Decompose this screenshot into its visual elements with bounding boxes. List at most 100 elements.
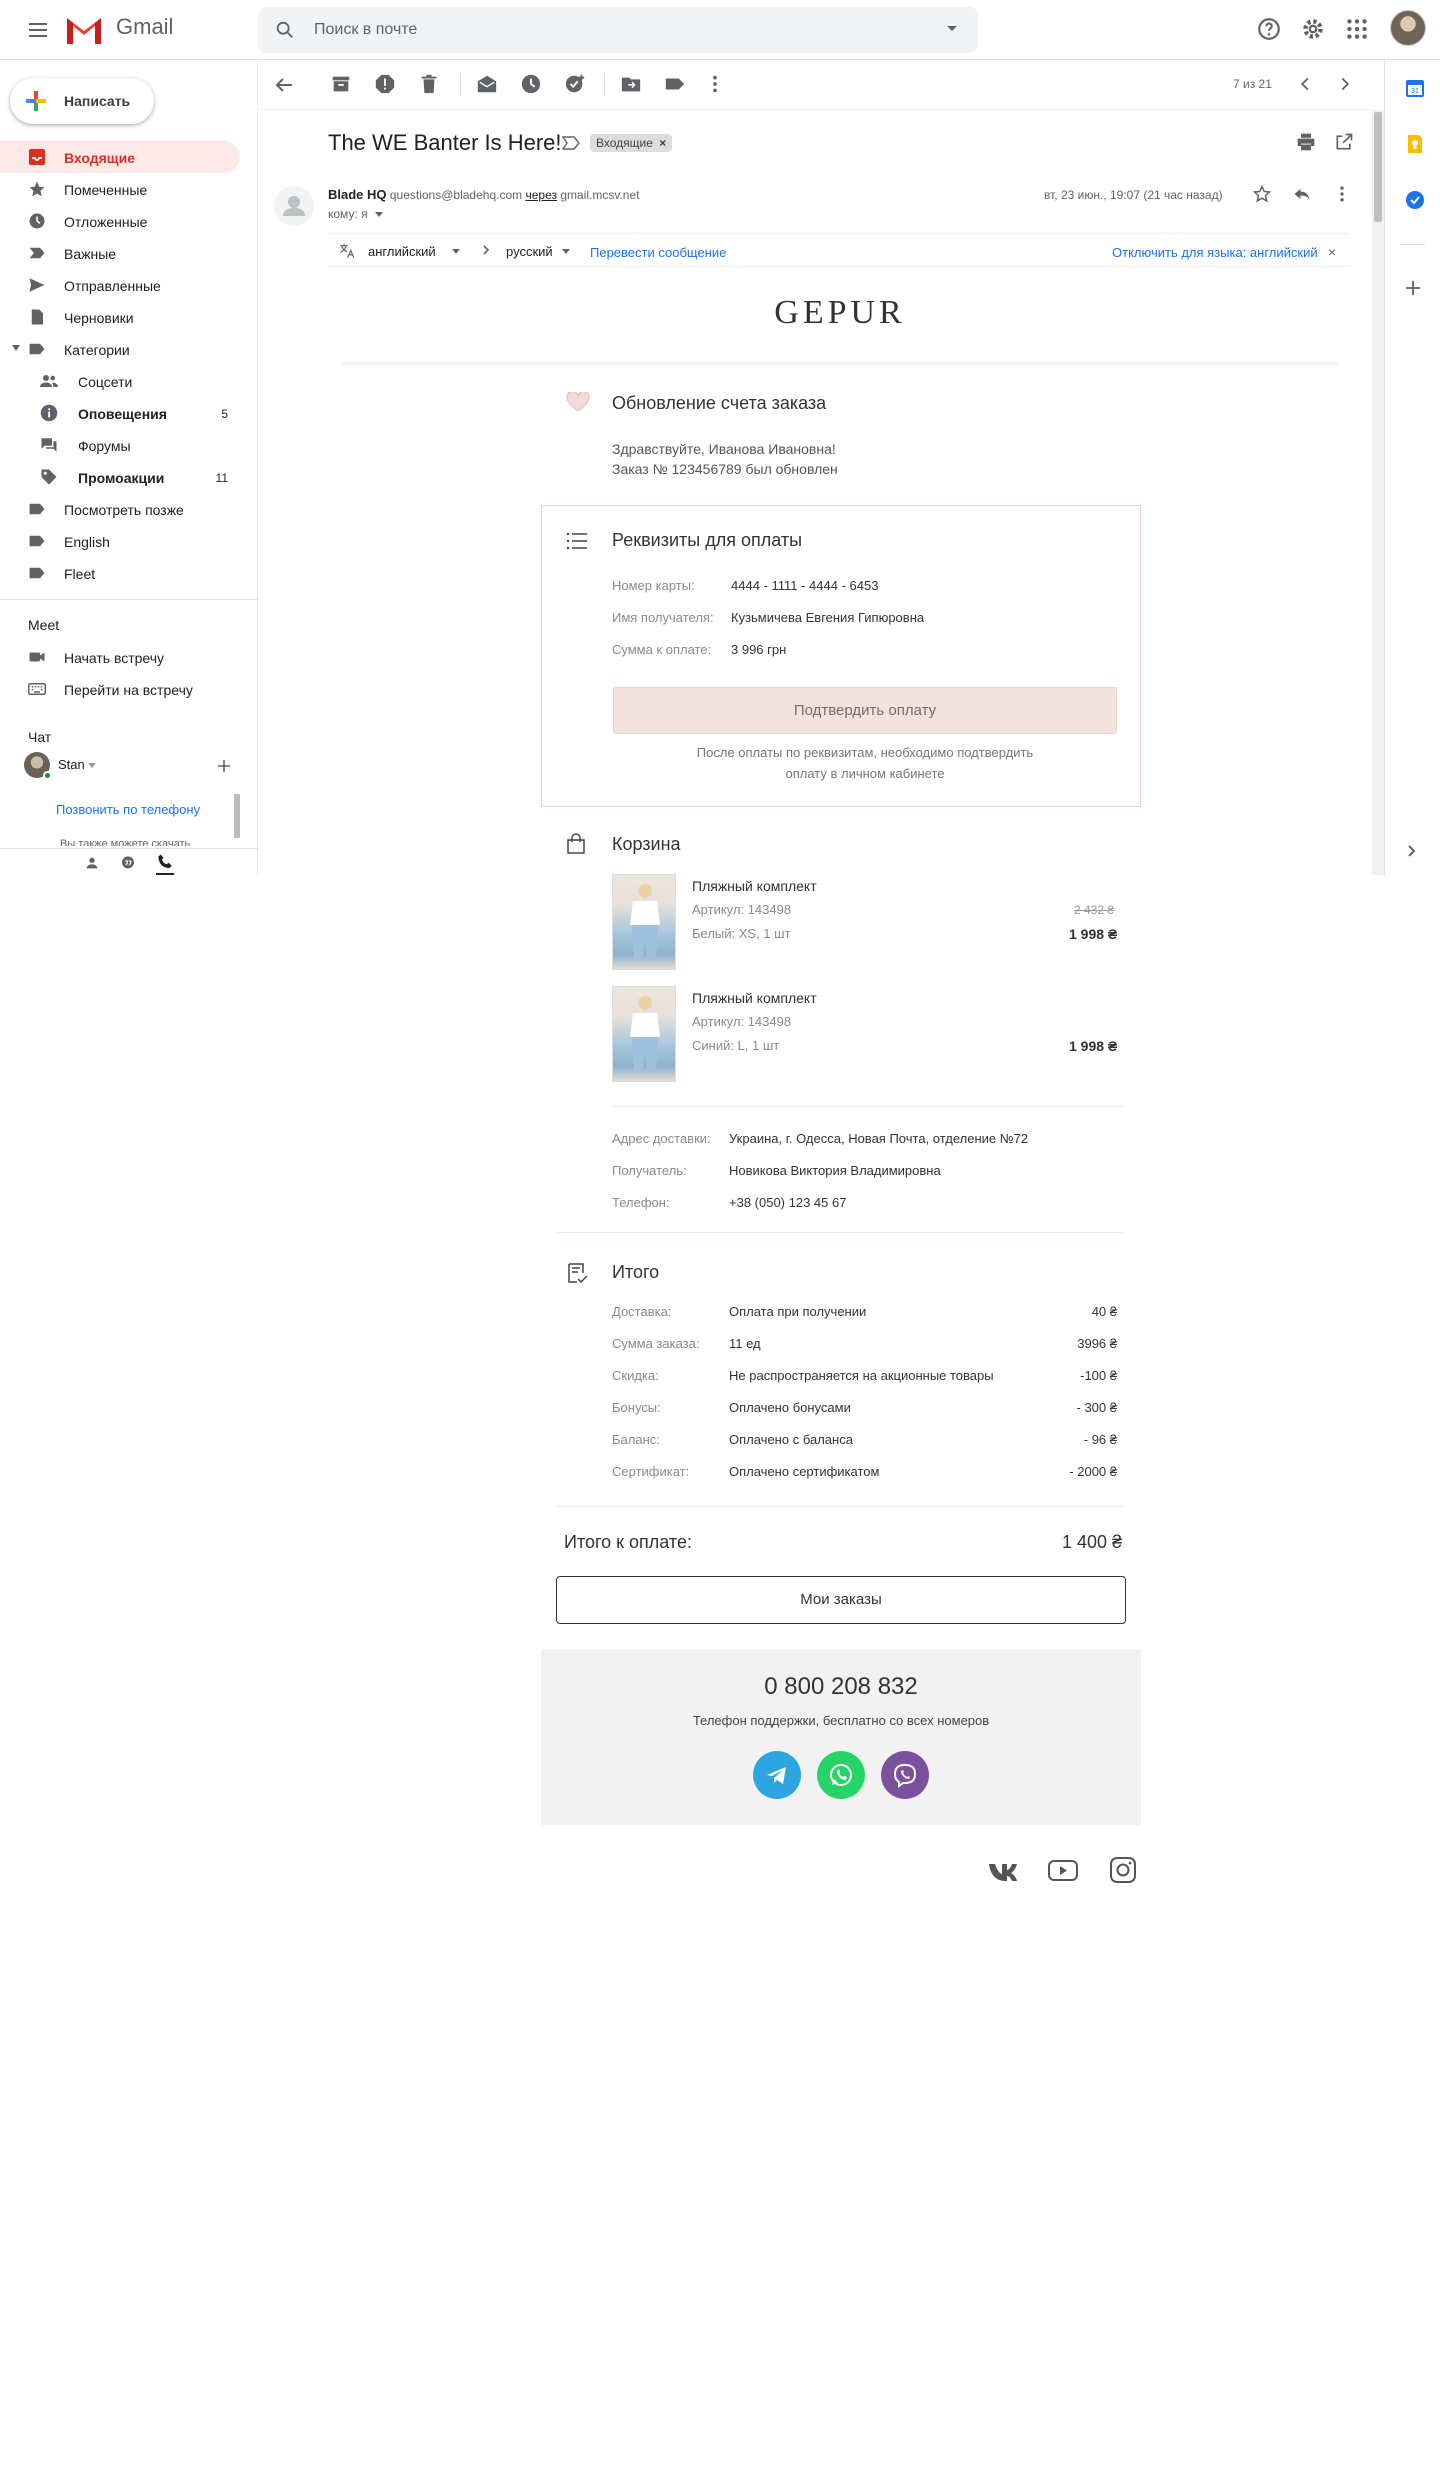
- viber-icon[interactable]: [881, 1751, 929, 1799]
- sidebar-item-fleet[interactable]: Fleet: [0, 557, 240, 589]
- star-message-icon[interactable]: [1252, 184, 1272, 204]
- hangouts-icon[interactable]: [120, 855, 136, 871]
- move-to-folder-icon[interactable]: [620, 73, 644, 97]
- search-options-icon[interactable]: [946, 25, 958, 33]
- account-avatar[interactable]: [1390, 10, 1426, 46]
- new-chat-plus-icon[interactable]: [216, 758, 232, 774]
- label-tag-icon[interactable]: [664, 73, 688, 97]
- heart-icon: [566, 392, 590, 412]
- sidebar-item-snoozed[interactable]: Отложенные: [0, 205, 240, 237]
- instagram-icon[interactable]: [1108, 1855, 1138, 1885]
- total-value: 1 400 ₴: [1061, 1532, 1122, 1552]
- chat-status-caret-icon[interactable]: [88, 763, 96, 768]
- search-icon[interactable]: [274, 19, 296, 41]
- back-arrow-icon[interactable]: [272, 73, 296, 97]
- toolbar-separator: [604, 74, 605, 96]
- open-in-new-window-icon[interactable]: [1334, 132, 1354, 152]
- phone-icon[interactable]: [156, 853, 174, 875]
- sidebar-scrollbar[interactable]: [234, 794, 240, 838]
- newer-chevron-left-icon[interactable]: [1294, 73, 1318, 97]
- keep-notes-icon[interactable]: [1405, 134, 1425, 154]
- toolbar-separator: [460, 74, 461, 96]
- sidebar-item-categories[interactable]: Категории: [0, 333, 240, 365]
- target-language-caret-icon[interactable]: [562, 249, 570, 254]
- expand-panel-chevron-icon[interactable]: [1407, 844, 1417, 858]
- telegram-icon[interactable]: [753, 1751, 801, 1799]
- sidebar-item-social[interactable]: Соцсети: [0, 365, 240, 397]
- sidebar-item-updates[interactable]: Оповещения 5: [0, 397, 240, 429]
- sidebar-item-forums[interactable]: Форумы: [0, 429, 240, 461]
- sidebar-item-important[interactable]: Важные: [0, 237, 240, 269]
- delete-trash-icon[interactable]: [418, 73, 442, 97]
- expand-caret-icon[interactable]: [12, 345, 20, 351]
- disable-translation-link[interactable]: Отключить для языка: английский: [1112, 245, 1318, 260]
- recipient-caret-icon[interactable]: [374, 212, 383, 218]
- inbox-label-chip[interactable]: Входящие ×: [590, 134, 673, 152]
- importance-marker-icon[interactable]: [562, 136, 580, 150]
- product-price: 1 998 ₴: [1069, 1038, 1118, 1054]
- vk-icon[interactable]: [987, 1855, 1017, 1885]
- sidebar-item-label: Входящие: [64, 150, 135, 166]
- meet-start-meeting[interactable]: Начать встречу: [0, 641, 240, 673]
- confirm-payment-button[interactable]: Подтвердить оплату: [613, 687, 1117, 734]
- close-translate-icon[interactable]: ×: [1328, 244, 1336, 260]
- tasks-icon[interactable]: [1405, 190, 1425, 210]
- apps-grid-icon[interactable]: [1344, 16, 1372, 44]
- snooze-clock-icon[interactable]: [520, 73, 544, 97]
- sidebar-item-promotions[interactable]: Промоакции 11: [0, 461, 240, 493]
- product-image[interactable]: [612, 986, 676, 1082]
- print-icon[interactable]: [1296, 132, 1316, 152]
- older-chevron-right-icon[interactable]: [1334, 73, 1358, 97]
- main-scrollbar-thumb[interactable]: [1374, 112, 1382, 222]
- help-icon[interactable]: [1256, 16, 1284, 44]
- target-language-select[interactable]: русский: [506, 244, 553, 259]
- main-scrollbar-track[interactable]: [1372, 110, 1384, 875]
- sidebar-item-drafts[interactable]: Черновики: [0, 301, 240, 333]
- compose-button[interactable]: Написать: [10, 78, 154, 124]
- search-input[interactable]: Поиск в почте: [314, 21, 417, 39]
- main-menu-icon[interactable]: [26, 18, 50, 42]
- search-bar[interactable]: Поиск в почте: [258, 7, 978, 53]
- message-more-icon[interactable]: [1332, 184, 1352, 204]
- more-vertical-icon[interactable]: [704, 73, 728, 97]
- sidebar-item-inbox[interactable]: Входящие: [0, 141, 240, 173]
- recipient-details[interactable]: кому: я: [328, 207, 383, 221]
- youtube-icon[interactable]: [1047, 1855, 1078, 1885]
- translate-message-link[interactable]: Перевести сообщение: [590, 245, 726, 260]
- gmail-logo-icon[interactable]: [64, 14, 104, 46]
- contacts-icon[interactable]: [84, 855, 100, 871]
- mark-unread-icon[interactable]: [476, 73, 500, 97]
- support-phone[interactable]: 0 800 208 832: [541, 1673, 1141, 1701]
- product-image[interactable]: [612, 874, 676, 970]
- product-name[interactable]: Пляжный комплект: [692, 990, 817, 1006]
- my-orders-button[interactable]: Мои заказы: [556, 1576, 1126, 1624]
- whatsapp-icon[interactable]: [817, 1751, 865, 1799]
- archive-icon[interactable]: [330, 73, 354, 97]
- product-price: 1 998 ₴: [1069, 926, 1118, 942]
- important-icon: [28, 244, 46, 262]
- remove-label-icon[interactable]: ×: [659, 136, 666, 150]
- calendar-icon[interactable]: 31: [1405, 78, 1425, 98]
- add-addon-plus-icon[interactable]: [1405, 280, 1421, 296]
- settings-gear-icon[interactable]: [1300, 16, 1328, 44]
- sidebar-item-sent[interactable]: Отправленные: [0, 269, 240, 301]
- source-language-caret-icon[interactable]: [452, 249, 460, 254]
- via-word[interactable]: через: [525, 188, 557, 202]
- source-language-select[interactable]: английский: [368, 244, 436, 259]
- product-name[interactable]: Пляжный комплект: [692, 878, 817, 894]
- sidebar-item-starred[interactable]: Помеченные: [0, 173, 240, 205]
- summary-row-amount: - 96 ₴: [1083, 1432, 1117, 1447]
- clock-icon: [28, 212, 46, 230]
- add-to-tasks-icon[interactable]: [564, 73, 588, 97]
- chat-user[interactable]: Stan: [24, 752, 244, 782]
- meet-join-meeting[interactable]: Перейти на встречу: [0, 673, 240, 705]
- report-spam-icon[interactable]: [374, 73, 398, 97]
- sidebar-item-watch-later[interactable]: Посмотреть позже: [0, 493, 240, 525]
- sender-name[interactable]: Blade HQ: [328, 187, 387, 202]
- brand-logo[interactable]: GEPUR: [340, 294, 1340, 332]
- sender-avatar[interactable]: [274, 186, 314, 226]
- call-by-phone-link[interactable]: Позвонить по телефону: [56, 802, 200, 817]
- reply-arrow-icon[interactable]: [1292, 184, 1312, 204]
- sidebar-item-english[interactable]: English: [0, 525, 240, 557]
- gmail-logo-text: Gmail: [116, 14, 174, 39]
